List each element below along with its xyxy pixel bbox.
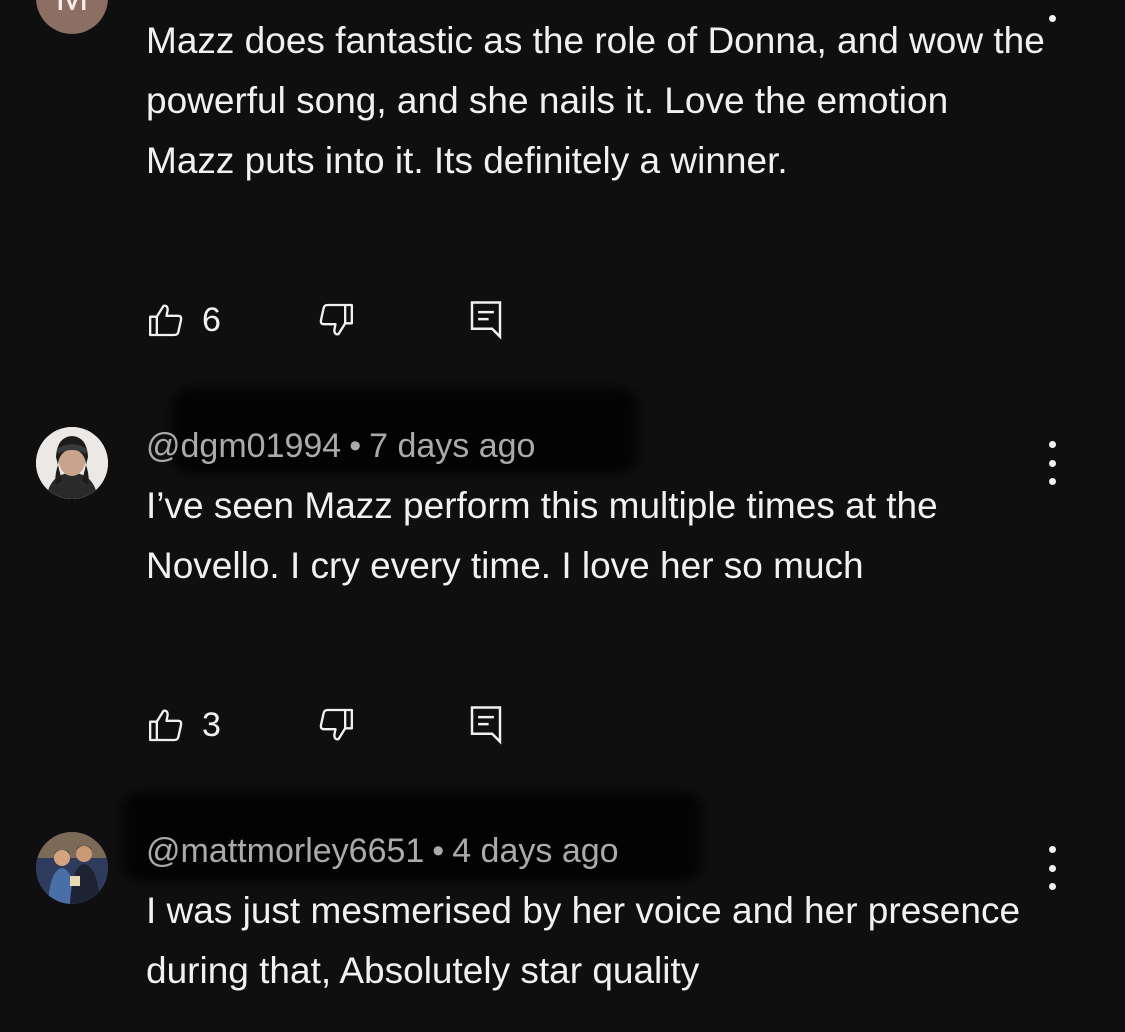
thumb-up-icon [149, 304, 183, 337]
avatar-image [36, 427, 108, 499]
thumb-up-icon [149, 709, 183, 742]
like-count: 6 [202, 300, 221, 339]
comment-text: Mazz does fantastic as the role of Donna… [146, 20, 1045, 181]
avatar-letter: M [55, 0, 88, 20]
comment-meta: @mattmorley6651 • 4 days ago [146, 832, 619, 871]
comment-time[interactable]: 4 days ago [452, 832, 618, 870]
reply-button[interactable] [468, 298, 504, 342]
comment-text: I was just mesmerised by her voice and h… [146, 890, 1021, 991]
more-vertical-icon [1048, 846, 1056, 853]
avatar[interactable] [36, 832, 108, 904]
avatar-image [36, 832, 108, 904]
dislike-button[interactable] [316, 703, 356, 747]
reply-icon [470, 706, 502, 745]
dislike-button[interactable] [316, 298, 356, 342]
comment-meta: @dgm01994 • 7 days ago [146, 427, 535, 466]
comment-time[interactable]: 7 days ago [369, 427, 535, 465]
comment-author[interactable]: @dgm01994 [146, 427, 341, 465]
like-button[interactable]: 6 [146, 298, 221, 342]
avatar[interactable]: M [36, 0, 108, 34]
meta-separator: • [349, 427, 362, 465]
reply-button[interactable] [468, 703, 504, 747]
comment-author[interactable]: @mattmorley6651 [146, 832, 424, 870]
like-button[interactable]: 3 [146, 703, 221, 747]
thumb-down-icon [319, 303, 353, 336]
reply-icon [470, 301, 502, 340]
thumb-down-icon [319, 708, 353, 741]
like-count: 3 [202, 705, 221, 744]
avatar[interactable] [36, 427, 108, 499]
more-vertical-icon [1048, 441, 1056, 448]
meta-separator: • [432, 832, 445, 870]
comment-text: I’ve seen Mazz perform this multiple tim… [146, 485, 938, 586]
